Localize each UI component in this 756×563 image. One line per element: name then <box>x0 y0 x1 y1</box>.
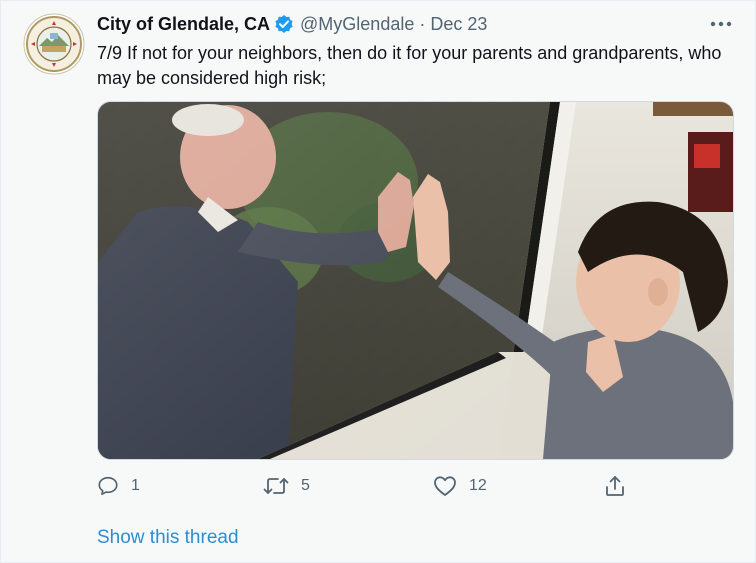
city-seal-icon <box>23 13 85 75</box>
avatar[interactable] <box>23 13 85 75</box>
user-handle[interactable]: @MyGlendale <box>300 14 414 35</box>
tweet-header: City of Glendale, CA @MyGlendale · Dec 2… <box>97 13 487 35</box>
action-bar: 1 5 12 <box>97 473 737 499</box>
tweet-photo[interactable] <box>97 101 734 460</box>
heart-icon <box>433 475 457 497</box>
share-icon <box>604 475 626 497</box>
reply-count: 1 <box>131 477 140 494</box>
share-button[interactable] <box>604 473 626 499</box>
tweet-date[interactable]: Dec 23 <box>430 14 487 35</box>
tweet-text: 7/9 If not for your neighbors, then do i… <box>97 43 722 88</box>
display-name[interactable]: City of Glendale, CA <box>97 14 270 35</box>
retweet-count: 5 <box>301 477 310 494</box>
tweet-card[interactable]: City of Glendale, CA @MyGlendale · Dec 2… <box>0 0 756 563</box>
show-thread-link[interactable]: Show this thread <box>97 527 239 549</box>
verified-badge-icon <box>274 14 294 34</box>
more-options-icon[interactable] <box>708 15 734 33</box>
like-count: 12 <box>469 477 487 494</box>
retweet-button[interactable]: 5 <box>263 473 310 499</box>
reply-icon <box>97 475 119 497</box>
separator-dot: · <box>419 13 426 34</box>
reply-button[interactable]: 1 <box>97 473 140 499</box>
retweet-icon <box>263 475 289 497</box>
photo-grandparent-and-child-at-window <box>98 102 733 459</box>
like-button[interactable]: 12 <box>433 473 487 499</box>
